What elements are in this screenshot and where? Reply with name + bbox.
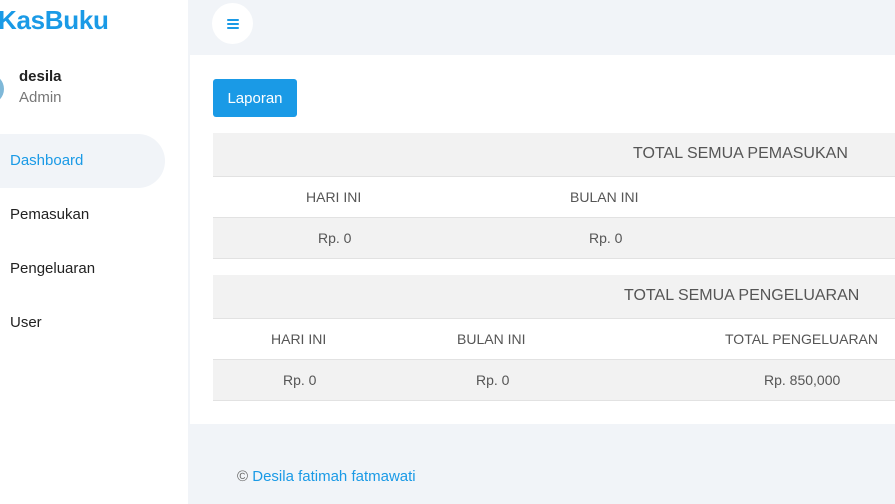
footer: © Desila fatimah fatmawati: [213, 441, 895, 504]
footer-copyright: © Desila fatimah fatmawati: [237, 468, 416, 485]
user-role: Admin: [19, 89, 62, 106]
sidebar: KasBuku desila Admin Dashboard Pemasukan…: [0, 0, 188, 504]
user-name: desila: [19, 68, 62, 85]
sidebar-item-pengeluaran[interactable]: Pengeluaran: [0, 242, 165, 296]
expense-col-total: TOTAL PENGELUARAN: [725, 331, 879, 347]
brand-logo[interactable]: KasBuku: [0, 5, 109, 36]
footer-author-link[interactable]: Desila fatimah fatmawati: [252, 468, 415, 485]
sidebar-item-user[interactable]: User: [0, 296, 165, 350]
avatar: [0, 74, 4, 104]
expense-table-title: TOTAL SEMUA PENGELUARAN: [624, 287, 860, 304]
user-panel: desila Admin: [0, 66, 188, 110]
sidebar-item-pemasukan[interactable]: Pemasukan: [0, 188, 165, 242]
topbar: [188, 0, 895, 55]
income-table-title: TOTAL SEMUA PEMASUKAN: [633, 145, 848, 162]
income-value-month: Rp. 0: [589, 230, 623, 246]
expense-table: TOTAL SEMUA PENGELUARAN HARI INI BULAN I…: [213, 275, 895, 401]
sidebar-nav: Dashboard Pemasukan Pengeluaran User: [0, 134, 188, 350]
sidebar-item-dashboard[interactable]: Dashboard: [0, 134, 165, 188]
income-table: TOTAL SEMUA PEMASUKAN HARI INI BULAN INI…: [213, 133, 895, 259]
hamburger-icon: [226, 18, 239, 29]
income-table-title-row: TOTAL SEMUA PEMASUKAN: [213, 133, 895, 177]
expense-table-header-row: HARI INI BULAN INI TOTAL PENGELUARAN: [213, 319, 895, 360]
expense-col-today: HARI INI: [271, 331, 327, 347]
expense-value-today: Rp. 0: [283, 372, 317, 388]
copyright-symbol: ©: [237, 468, 249, 485]
menu-toggle-button[interactable]: [212, 3, 253, 44]
income-col-today: HARI INI: [306, 189, 362, 205]
income-table-value-row: Rp. 0 Rp. 0: [213, 218, 895, 259]
laporan-button[interactable]: Laporan: [213, 79, 297, 117]
expense-col-month: BULAN INI: [457, 331, 526, 347]
expense-value-total: Rp. 850,000: [764, 372, 841, 388]
expense-table-value-row: Rp. 0 Rp. 0 Rp. 850,000: [213, 360, 895, 401]
income-table-header-row: HARI INI BULAN INI: [213, 177, 895, 218]
income-value-today: Rp. 0: [318, 230, 352, 246]
expense-value-month: Rp. 0: [476, 372, 510, 388]
income-col-month: BULAN INI: [570, 189, 639, 205]
expense-table-title-row: TOTAL SEMUA PENGELUARAN: [213, 275, 895, 319]
